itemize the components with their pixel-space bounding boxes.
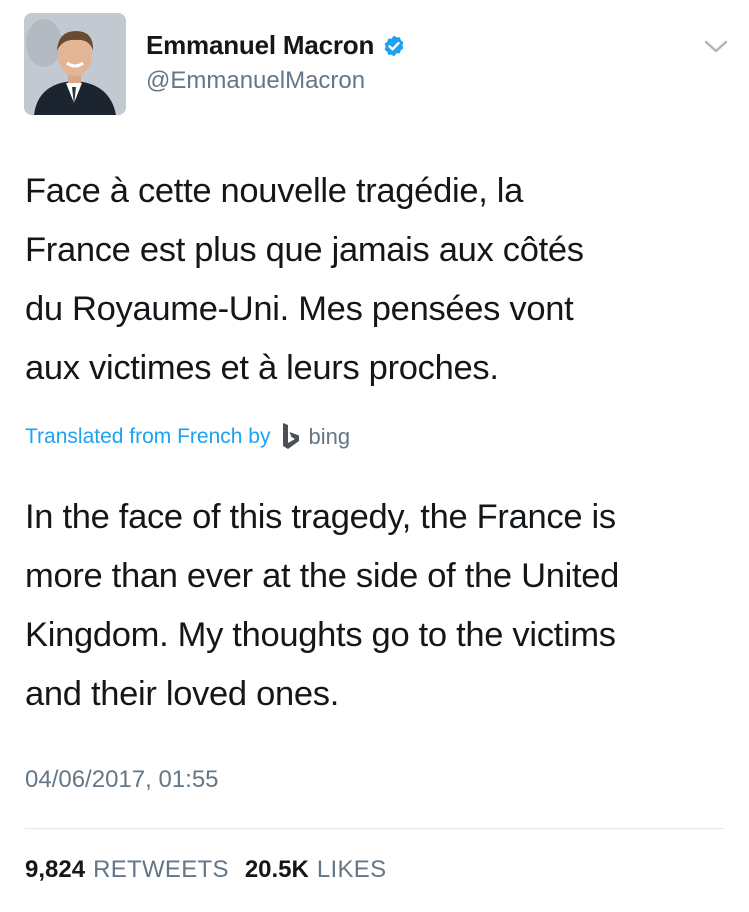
- text-line: Kingdom. My thoughts go to the victims: [25, 616, 616, 654]
- tweet-translated-text: In the face of this tragedy, the France …: [25, 488, 725, 724]
- text-line: and their loved ones.: [25, 675, 340, 713]
- author-handle[interactable]: @EmmanuelMacron: [146, 67, 365, 95]
- translator-name: bing: [308, 424, 351, 449]
- verified-badge-icon: [384, 35, 404, 56]
- author-name[interactable]: Emmanuel Macron: [146, 30, 374, 61]
- likes-label[interactable]: LIKES: [317, 856, 387, 884]
- tweet-timestamp[interactable]: 04/06/2017, 01:55: [25, 766, 219, 794]
- retweets-label[interactable]: RETWEETS: [93, 856, 229, 884]
- divider: [25, 828, 724, 829]
- avatar[interactable]: [24, 13, 126, 115]
- bing-logo-icon: [283, 423, 300, 449]
- text-line: In the face of this tragedy, the France …: [25, 498, 616, 536]
- translation-attribution: Translated from French by bing: [25, 422, 350, 452]
- text-line: Face à cette nouvelle tragédie, la: [25, 172, 524, 210]
- text-line: France est plus que jamais aux côtés: [25, 231, 584, 269]
- likes-count[interactable]: 20.5K: [245, 856, 309, 884]
- text-line: du Royaume-Uni. Mes pensées vont: [25, 290, 574, 328]
- tweet-original-text: Face à cette nouvelle tragédie, la Franc…: [25, 162, 725, 398]
- chevron-down-icon[interactable]: [703, 38, 729, 56]
- translated-from-link[interactable]: Translated from French by: [25, 425, 270, 449]
- text-line: aux victimes et à leurs proches.: [25, 349, 499, 387]
- text-line: more than ever at the side of the United: [25, 557, 620, 595]
- retweets-count[interactable]: 9,824: [25, 856, 85, 884]
- tweet-stats: 9,824 RETWEETS 20.5K LIKES: [25, 856, 402, 884]
